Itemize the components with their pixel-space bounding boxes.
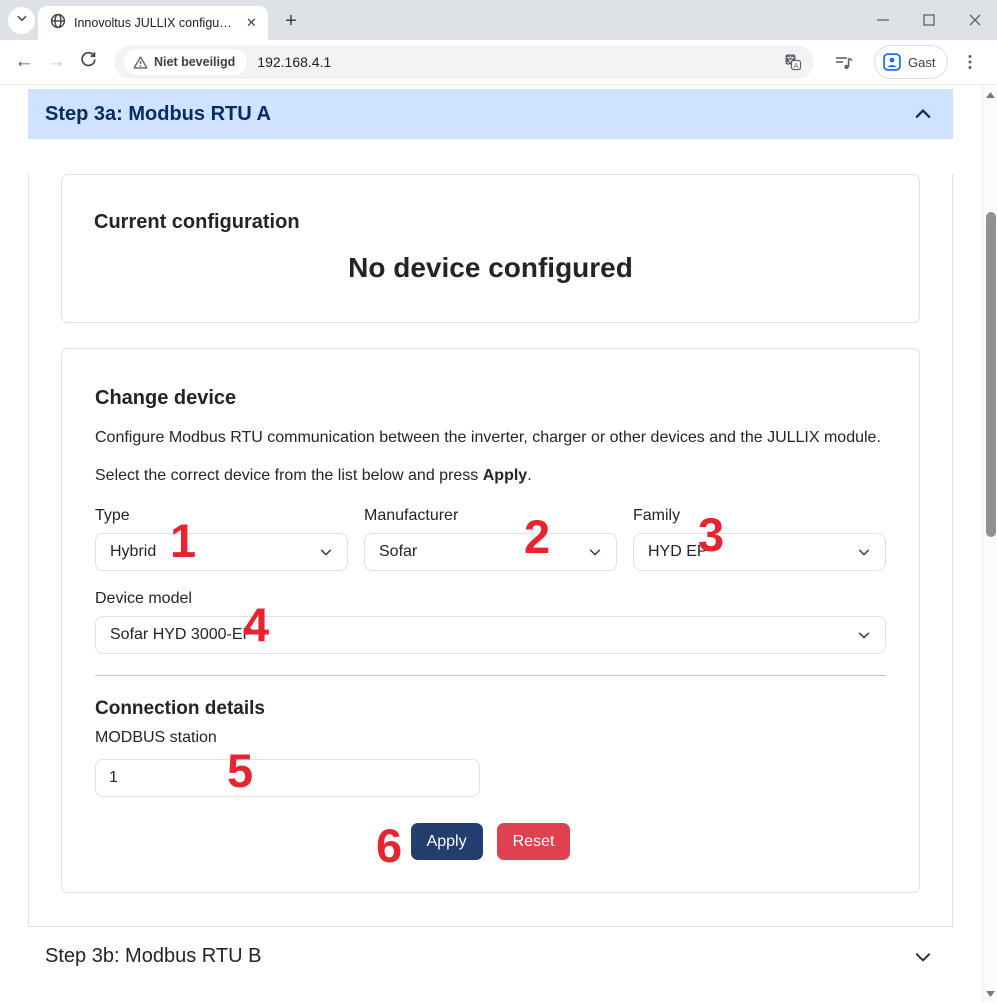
manufacturer-label: Manufacturer (364, 507, 617, 525)
page-scrollbar[interactable] (982, 85, 997, 1003)
maximize-button[interactable] (915, 6, 943, 34)
url-text[interactable]: 192.168.4.1 (257, 54, 780, 70)
profile-button[interactable]: Gast (874, 45, 948, 79)
step3a-title: Step 3a: Modbus RTU A (45, 103, 271, 126)
connection-details-heading: Connection details (95, 698, 886, 720)
form-buttons: Apply Reset (95, 823, 886, 860)
reset-button[interactable]: Reset (497, 823, 571, 860)
chevron-down-icon (857, 545, 871, 559)
current-configuration-heading: Current configuration (94, 211, 887, 234)
media-controls-icon[interactable] (828, 46, 860, 78)
window-controls (869, 0, 989, 40)
no-device-status: No device configured (94, 252, 887, 284)
chevron-down-icon (319, 545, 333, 559)
step3a-body: Current configuration No device configur… (28, 174, 953, 926)
chevron-down-icon (914, 948, 932, 966)
tab-title: Innovoltus JULLIX configuration (74, 16, 235, 30)
tab-close-icon[interactable]: ✕ (243, 15, 260, 32)
annotation-3: 3 (698, 511, 724, 558)
address-bar[interactable]: Niet beveiligd 192.168.4.1 文 A (114, 45, 814, 79)
modbus-station-input[interactable] (95, 759, 480, 797)
family-select[interactable]: HYD EP (633, 533, 886, 571)
accordion-header-step3a[interactable]: Step 3a: Modbus RTU A (28, 89, 953, 139)
browser-toolbar: ← → Niet beveiligd 192.168.4.1 文 (0, 40, 997, 85)
minimize-button[interactable] (869, 6, 897, 34)
reload-icon (80, 51, 97, 74)
globe-favicon-icon (50, 13, 66, 34)
annotation-6: 6 (376, 822, 402, 869)
device-model-select-value: Sofar HYD 3000-EP (110, 626, 253, 644)
annotation-2: 2 (524, 513, 550, 560)
change-device-card: Change device Configure Modbus RTU commu… (61, 348, 920, 893)
scroll-up-icon[interactable] (983, 87, 997, 102)
change-device-heading: Change device (95, 387, 886, 410)
device-model-label: Device model (95, 590, 886, 608)
reload-button[interactable] (72, 46, 104, 78)
warning-triangle-icon (133, 55, 148, 70)
browser-tab[interactable]: Innovoltus JULLIX configuration ✕ (38, 6, 268, 40)
new-tab-button[interactable]: + (278, 8, 304, 34)
forward-button[interactable]: → (40, 46, 72, 78)
device-select-row: Type Hybrid Manufacturer Sofar (95, 507, 886, 571)
type-select[interactable]: Hybrid (95, 533, 348, 571)
manufacturer-select-value: Sofar (379, 543, 417, 561)
scrollbar-thumb[interactable] (986, 212, 996, 537)
config-accordion: Step 3a: Modbus RTU A Current configurat… (28, 89, 953, 986)
browser-menu-icon[interactable] (956, 48, 984, 76)
annotation-1: 1 (170, 517, 196, 564)
current-configuration-card: Current configuration No device configur… (61, 174, 920, 323)
security-chip[interactable]: Niet beveiligd (124, 49, 247, 75)
change-device-instruction: Select the correct device from the list … (95, 466, 886, 486)
translate-icon[interactable]: 文 A (780, 49, 806, 75)
modbus-station-label: MODBUS station (95, 729, 886, 747)
chevron-down-icon (857, 628, 871, 642)
accordion-header-step3b[interactable]: Step 3b: Modbus RTU B (28, 926, 953, 986)
browser-titlebar: Innovoltus JULLIX configuration ✕ + (0, 0, 997, 40)
type-label: Type (95, 507, 348, 525)
back-button[interactable]: ← (8, 46, 40, 78)
profile-label: Gast (908, 55, 935, 70)
tab-search-button[interactable] (8, 7, 35, 34)
device-model-block: Device model Sofar HYD 3000-EP (95, 590, 886, 654)
device-model-select[interactable]: Sofar HYD 3000-EP (95, 616, 886, 654)
step3b-title: Step 3b: Modbus RTU B (45, 945, 261, 968)
chevron-down-icon (16, 11, 28, 29)
chevron-down-icon (588, 545, 602, 559)
change-device-description: Configure Modbus RTU communication betwe… (95, 428, 886, 448)
apply-button[interactable]: Apply (411, 823, 483, 860)
close-window-button[interactable] (961, 6, 989, 34)
manufacturer-select[interactable]: Sofar (364, 533, 617, 571)
section-divider (95, 675, 886, 676)
type-select-value: Hybrid (110, 543, 156, 561)
chevron-up-icon (914, 105, 932, 123)
page-content: Step 3a: Modbus RTU A Current configurat… (0, 85, 982, 1003)
avatar-icon (883, 53, 901, 71)
scroll-down-icon[interactable] (983, 986, 997, 1001)
family-label: Family (633, 507, 886, 525)
annotation-4: 4 (243, 601, 269, 648)
security-chip-label: Niet beveiligd (154, 55, 235, 69)
svg-text:A: A (793, 61, 798, 70)
annotation-5: 5 (227, 747, 253, 794)
